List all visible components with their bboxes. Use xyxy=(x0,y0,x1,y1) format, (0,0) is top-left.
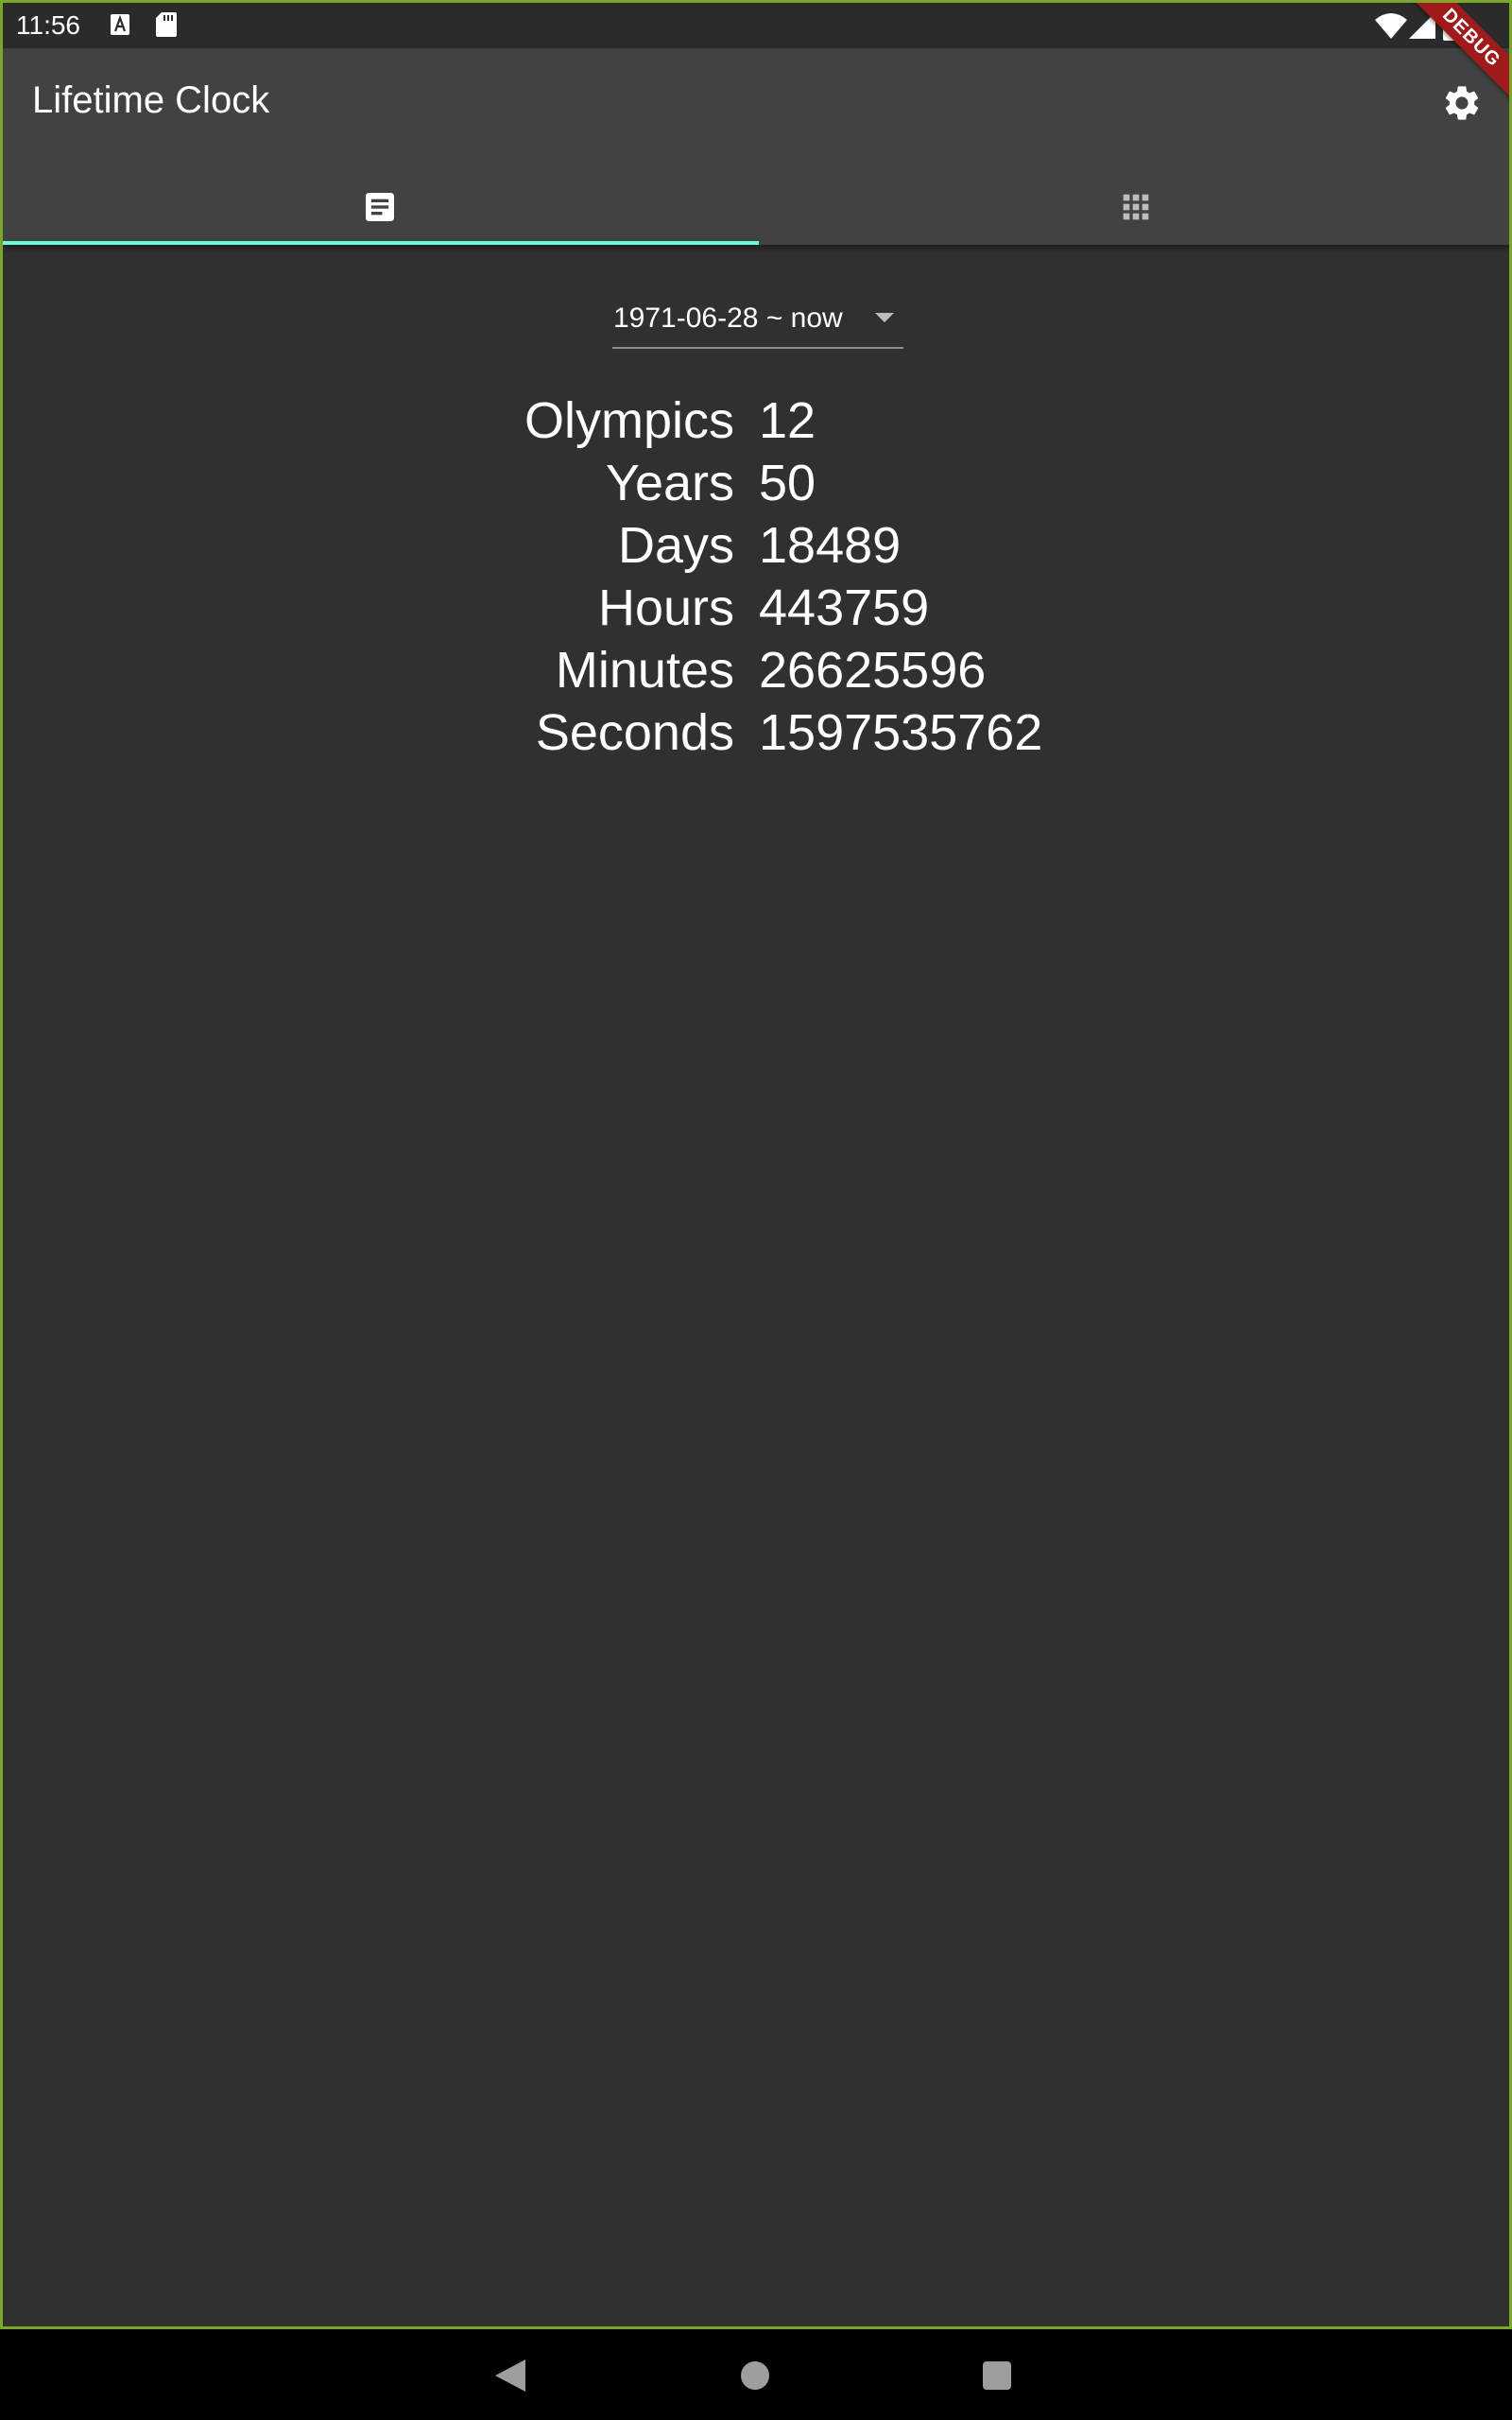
list-view-icon xyxy=(366,193,394,221)
stat-row-seconds: Seconds 1597535762 xyxy=(3,701,1509,764)
date-range-value: 1971-06-28 ~ now xyxy=(613,302,843,334)
dropdown-arrow-icon xyxy=(875,313,894,322)
stat-value: 18489 xyxy=(759,517,902,574)
stat-label: Olympics xyxy=(524,392,734,449)
settings-button[interactable] xyxy=(1434,75,1490,131)
stat-row-days: Days 18489 xyxy=(3,514,1509,577)
stat-label: Hours xyxy=(597,579,734,636)
tab-indicator xyxy=(3,241,759,245)
stat-label: Years xyxy=(605,455,734,511)
system-nav-bar xyxy=(0,2329,1512,2420)
stat-value: 12 xyxy=(759,392,816,449)
stats-list: Olympics 12 Years 50 Days 18489 Hours 44… xyxy=(3,389,1509,764)
status-bar: 11:56 xyxy=(3,3,1509,48)
app-title: Lifetime Clock xyxy=(32,79,270,121)
stat-value: 26625596 xyxy=(759,642,987,699)
a-notification-icon xyxy=(111,14,129,35)
stat-value: 50 xyxy=(759,455,816,511)
back-icon[interactable] xyxy=(495,2360,525,2392)
sd-card-icon xyxy=(156,12,177,37)
stat-value: 1597535762 xyxy=(759,704,1043,761)
stat-label: Days xyxy=(617,517,734,574)
home-icon[interactable] xyxy=(741,2361,769,2390)
stat-label: Minutes xyxy=(555,642,734,699)
tab-list-view[interactable] xyxy=(3,169,757,245)
app-bar: Lifetime Clock xyxy=(3,48,1509,245)
tab-grid-view[interactable] xyxy=(759,169,1509,245)
grid-view-icon xyxy=(1123,194,1149,220)
stat-row-hours: Hours 443759 xyxy=(3,577,1509,639)
recents-icon[interactable] xyxy=(983,2361,1011,2390)
stat-row-minutes: Minutes 26625596 xyxy=(3,639,1509,701)
stat-label: Seconds xyxy=(535,704,734,761)
stat-row-years: Years 50 xyxy=(3,452,1509,514)
app-window: 11:56 Lifetime Clock DEBUG 1971-06-28 ~ … xyxy=(0,0,1512,2329)
gear-icon xyxy=(1445,86,1479,120)
stat-row-olympics: Olympics 12 xyxy=(3,389,1509,452)
wifi-icon xyxy=(1375,13,1407,39)
date-range-dropdown[interactable]: 1971-06-28 ~ now xyxy=(612,292,903,349)
status-time: 11:56 xyxy=(16,10,80,40)
stat-value: 443759 xyxy=(759,579,930,636)
